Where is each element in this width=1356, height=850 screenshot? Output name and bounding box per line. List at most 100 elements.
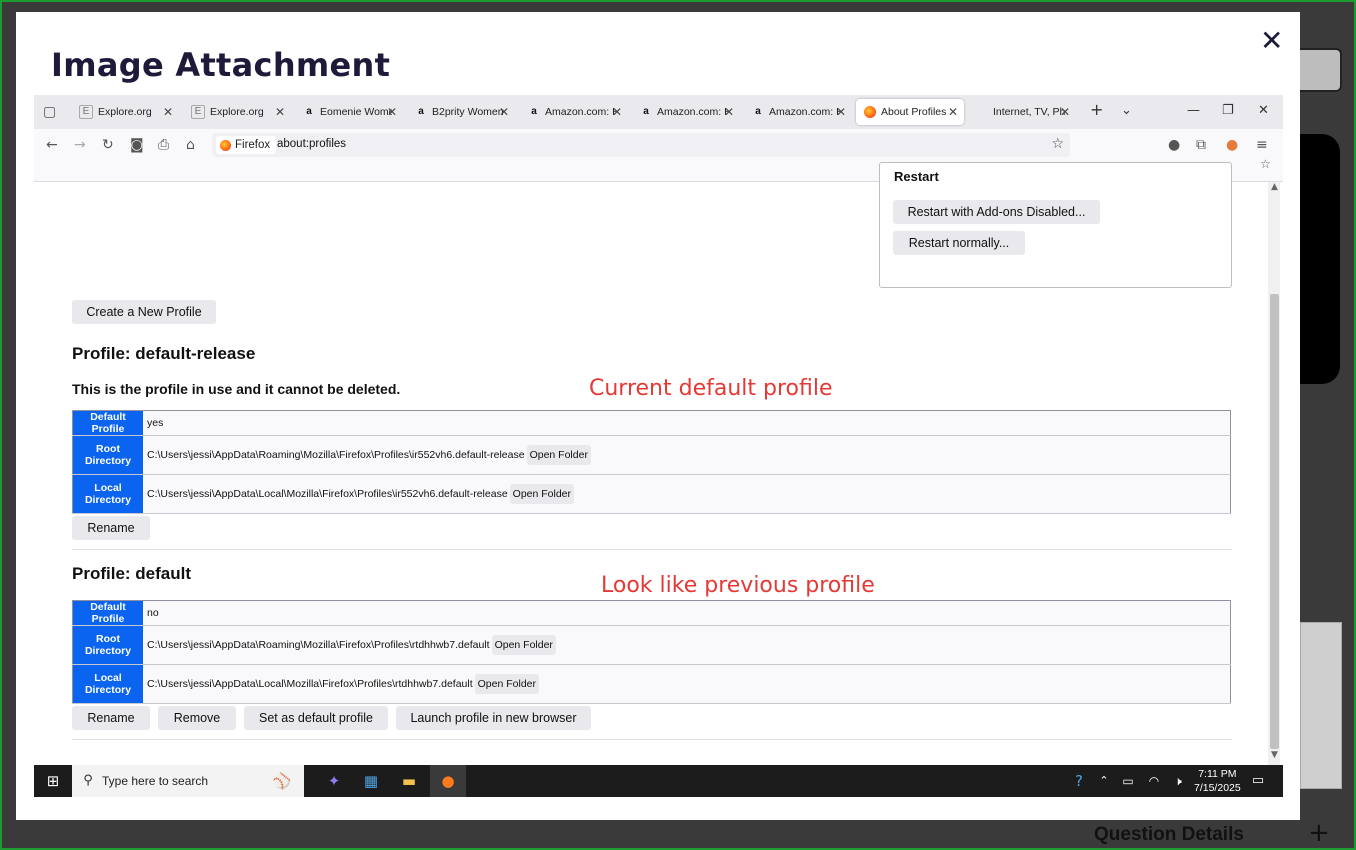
minimize-icon[interactable]: — [1187,103,1200,118]
copilot-icon[interactable]: ✦ [324,771,344,791]
identity-box[interactable]: Firefox [216,136,277,154]
menu-icon[interactable]: ≡ [1256,137,1268,153]
tab-list-icon[interactable]: ▢ [43,104,56,120]
tab-close-icon[interactable]: ✕ [612,105,622,119]
browser-tab[interactable]: a Eomenie Women'✕ [295,99,403,125]
tab-label: Amazon.com: Ho [657,106,729,118]
back-arrow-icon[interactable]: ← [46,137,58,153]
chevron-down-icon[interactable]: ⌄ [1121,103,1132,118]
scroll-down-icon[interactable]: ▼ [1271,750,1278,760]
modal-title: Image Attachment [51,46,391,84]
new-tab-icon[interactable]: + [1090,100,1103,119]
restart-normally-button[interactable]: Restart normally... [893,231,1025,255]
open-folder-button[interactable]: Open Folder [474,674,540,694]
about-profiles-page: Restart Restart with Add-ons Disabled...… [34,162,1283,765]
home-icon[interactable]: ⌂ [186,137,195,153]
browser-tab[interactable]: a Amazon.com: Ho✕ [632,99,740,125]
forward-arrow-icon[interactable]: → [74,137,86,153]
close-icon[interactable]: ✕ [1260,24,1283,57]
tab-close-icon[interactable]: ✕ [163,105,173,119]
rename-button[interactable]: Rename [72,706,150,730]
underlying-dark-panel [1300,134,1340,384]
annotation-current-default: Current default profile [589,376,833,401]
create-profile-button[interactable]: Create a New Profile [72,300,216,324]
url-text[interactable]: about:profiles [277,138,346,150]
url-bar[interactable]: Firefox about:profiles ☆ [212,133,1070,157]
profile-avatar-icon[interactable]: ● [1226,137,1238,153]
browser-tab[interactable]: a Amazon.com: Ho✕ [520,99,628,125]
browser-tab[interactable]: E Explore.org ✕ [71,99,179,125]
tab-close-icon[interactable]: ✕ [948,105,958,119]
profile-heading: Profile: default [72,564,192,583]
browser-tab[interactable]: About Profiles ✕ [856,99,964,125]
tab-close-icon[interactable]: ✕ [836,105,846,119]
windows-taskbar: ⊞ ⚲ Type here to search ⚾ ✦ ▦ ▬ ● ? ⌃ ▭ … [34,765,1283,797]
calculator-icon[interactable]: ▦ [361,771,381,791]
reload-icon[interactable]: ↻ [102,137,114,153]
taskbar-search-box[interactable]: ⚲ Type here to search ⚾ [72,765,304,797]
tab-label: Internet, TV, Phone, [993,106,1065,118]
row-label: Root Directory [72,625,143,665]
divider [72,549,1232,550]
amazon-icon: a [531,106,537,117]
tab-close-icon[interactable]: ✕ [275,105,285,119]
tab-close-icon[interactable]: ✕ [1060,105,1070,119]
clock[interactable]: 7:11 PM 7/15/2025 [1194,767,1241,795]
tab-close-icon[interactable]: ✕ [724,105,734,119]
date: 7/15/2025 [1194,782,1241,794]
open-folder-button[interactable]: Open Folder [491,635,556,655]
browser-tab[interactable]: E Explore.org ✕ [183,99,291,125]
window-close-icon[interactable]: ✕ [1258,103,1269,118]
set-default-profile-button[interactable]: Set as default profile [244,706,388,730]
tab-close-icon[interactable]: ✕ [499,105,509,119]
tab-label: Amazon.com: Ho [545,106,617,118]
table-row: Root Directory C:\Users\jessi\AppData\Ro… [72,625,1231,665]
image-attachment-modal: Image Attachment ✕ ▢ E Explore.org ✕ E Explo… [16,12,1300,820]
file-explorer-icon[interactable]: ▬ [399,771,419,791]
amazon-icon: a [643,106,649,117]
row-label: Default Profile [72,410,143,436]
chevron-up-icon[interactable]: ⌃ [1094,771,1114,791]
speaker-mute-icon[interactable]: 🕨 [1168,771,1188,791]
remove-button[interactable]: Remove [158,706,236,730]
search-placeholder: Type here to search [102,774,209,788]
launch-profile-button[interactable]: Launch profile in new browser [396,706,591,730]
help-icon[interactable]: ? [1069,771,1089,791]
windows-start-icon[interactable]: ⊞ [43,771,63,791]
wifi-icon[interactable]: ◠ [1144,771,1164,791]
bookmark-star-icon[interactable]: ☆ [1051,136,1064,152]
underlying-plus-icon: + [1308,818,1330,848]
time: 7:11 PM [1198,768,1237,780]
site-icon [976,106,988,118]
restart-heading: Restart [894,169,939,184]
explore-icon: E [191,105,205,119]
scrollbar-thumb[interactable] [1270,294,1279,749]
amazon-icon: a [418,106,424,117]
browser-tab[interactable]: a Amazon.com: Ho✕ [744,99,852,125]
tab-close-icon[interactable]: ✕ [387,105,397,119]
maximize-icon[interactable]: ❐ [1222,103,1234,118]
site-icon [864,106,876,118]
open-folder-button[interactable]: Open Folder [509,484,575,504]
row-label: Local Directory [72,664,143,704]
scroll-up-icon[interactable]: ▲ [1271,182,1278,192]
baseball-icon: ⚾ [272,772,292,790]
row-label: Default Profile [72,600,143,626]
screenshot-icon[interactable]: ◙ [130,137,144,153]
extensions-icon[interactable]: ⧉ [1196,137,1206,153]
browser-tab[interactable]: a B2prity Women' ✕ [407,99,515,125]
print-icon[interactable]: ⎙ [158,137,169,153]
account-icon[interactable]: ● [1168,137,1180,153]
table-row: Local Directory C:\Users\jessi\AppData\L… [72,474,1231,514]
battery-icon[interactable]: ▭ [1118,771,1138,791]
pin-icon[interactable]: ☆ [1260,157,1271,171]
restart-addons-disabled-button[interactable]: Restart with Add-ons Disabled... [893,200,1100,224]
rename-button[interactable]: Rename [72,516,150,540]
open-folder-button[interactable]: Open Folder [526,445,591,465]
restart-panel: Restart Restart with Add-ons Disabled...… [879,162,1232,288]
firefox-taskbar-icon[interactable]: ● [430,765,466,797]
in-use-note: This is the profile in use and it cannot… [72,381,401,397]
browser-tab[interactable]: Internet, TV, Phone, ✕ [968,99,1076,125]
row-value: C:\Users\jessi\AppData\Roaming\Mozilla\F… [147,449,525,461]
notifications-icon[interactable]: ▭ [1248,771,1268,791]
